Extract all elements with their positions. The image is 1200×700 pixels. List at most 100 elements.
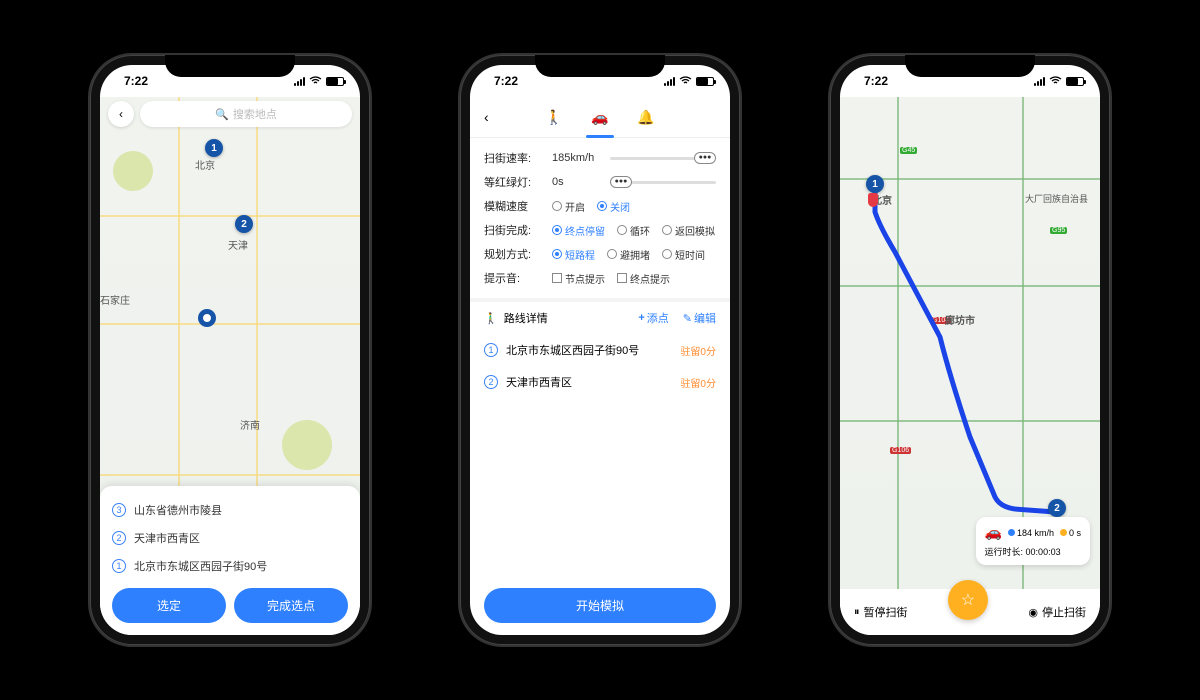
list-text: 天津市西青区 <box>134 530 200 546</box>
speed-chip: 184 km/h <box>1008 528 1054 538</box>
bell-mode-icon[interactable]: 🔔 <box>636 103 656 131</box>
route-num: 1 <box>484 343 498 357</box>
map-view[interactable]: ‹ 🔍 搜索地点 北京 天津 济南 石家庄 1 2 3 山东省德州市陵县 <box>100 97 360 635</box>
map-pin-marker[interactable] <box>198 309 216 327</box>
notch <box>905 55 1035 77</box>
light-slider[interactable]: ●●● <box>610 181 716 184</box>
plan-opt3[interactable]: 短时间 <box>662 247 705 262</box>
status-card: 🚗 184 km/h 0 s 运行时长: 00:00:03 <box>976 517 1090 565</box>
list-item[interactable]: 1 北京市东城区西园子街90号 <box>112 552 348 580</box>
status-right <box>294 76 344 86</box>
finish-label: 扫街完成: <box>484 222 544 238</box>
speed-value: 185km/h <box>552 152 602 164</box>
status-time: 7:22 <box>494 74 518 88</box>
city-label: 北京 <box>195 157 215 172</box>
signal-icon <box>664 77 675 86</box>
speed-label: 扫街速率: <box>484 150 544 166</box>
walk-mode-icon[interactable]: 🚶 <box>544 103 564 131</box>
city-label: 廊坊市 <box>945 312 975 327</box>
status-time: 7:22 <box>124 74 148 88</box>
back-button[interactable]: ‹ <box>484 109 489 125</box>
finish-opt3[interactable]: 返回模拟 <box>662 223 715 238</box>
route-icon: 🚶‍♂️ <box>484 312 498 325</box>
finish-opt2[interactable]: 循环 <box>617 223 650 238</box>
signal-icon <box>294 77 305 86</box>
stop-icon: ◉ <box>1028 606 1038 619</box>
screen-3: 7:22 G45 G95 G104 G106 北京 廊坊市 大厂回族自治县 1 <box>840 65 1100 635</box>
map-pin-1[interactable]: 1 <box>205 139 223 157</box>
stay-badge: 驻留0分 <box>680 343 716 358</box>
finish-row: 扫街完成: 终点停留 循环 返回模拟 <box>484 218 716 242</box>
list-item[interactable]: 2 天津市西青区 <box>112 524 348 552</box>
wifi-icon <box>1049 76 1062 86</box>
city-label: 天津 <box>228 237 248 252</box>
list-item[interactable]: 3 山东省德州市陵县 <box>112 496 348 524</box>
slider-thumb[interactable]: ●●● <box>694 152 716 164</box>
runtime-value: 00:00:03 <box>1026 547 1061 557</box>
plan-label: 规划方式: <box>484 246 544 262</box>
selection-card: 3 山东省德州市陵县 2 天津市西青区 1 北京市东城区西园子街90号 选定 完… <box>100 486 360 635</box>
status-right <box>1034 76 1084 86</box>
car-mode-icon[interactable]: 🚗 <box>590 103 610 131</box>
mode-header: ‹ 🚶 🚗 🔔 <box>470 97 730 138</box>
route-item[interactable]: 1 北京市东城区西园子街90号 驻留0分 <box>470 334 730 366</box>
back-button[interactable]: ‹ <box>108 101 134 127</box>
light-value: 0s <box>552 176 602 188</box>
screen-1: 7:22 ‹ 🔍 搜索地点 北京 天津 <box>100 65 360 635</box>
settings-panel: 扫街速率: 185km/h ●●● 等红绿灯: 0s ●●● 模糊速度 开启 关… <box>470 138 730 298</box>
notch <box>535 55 665 77</box>
notch <box>165 55 295 77</box>
route-item[interactable]: 2 天津市西青区 驻留0分 <box>470 366 730 398</box>
plan-opt1[interactable]: 短路程 <box>552 247 595 262</box>
blur-on-option[interactable]: 开启 <box>552 199 585 214</box>
map-pin-1[interactable]: 1 <box>866 175 884 193</box>
stop-chip: 0 s <box>1060 528 1081 538</box>
speed-slider[interactable]: ●●● <box>610 157 716 160</box>
route-actions: + 添点 ✎ 编辑 <box>638 310 716 326</box>
route-num: 2 <box>484 375 498 389</box>
map-pin-2[interactable]: 2 <box>1048 499 1066 517</box>
map-pin-2[interactable]: 2 <box>235 215 253 233</box>
wifi-icon <box>309 76 322 86</box>
plan-opt2[interactable]: 避拥堵 <box>607 247 650 262</box>
car-icon: 🚗 <box>985 524 1002 541</box>
runtime-label: 运行时长: <box>985 547 1024 557</box>
blur-label: 模糊速度 <box>484 198 544 214</box>
hint-opt2[interactable]: 终点提示 <box>617 271 670 286</box>
select-button[interactable]: 选定 <box>112 588 226 623</box>
stop-button[interactable]: ◉ 停止扫街 <box>1028 604 1086 620</box>
route-title: 路线详情 <box>504 310 548 326</box>
list-num: 3 <box>112 503 126 517</box>
phone-running-simulation: 7:22 G45 G95 G104 G106 北京 廊坊市 大厂回族自治县 1 <box>830 55 1110 645</box>
screen-2: 7:22 ‹ 🚶 🚗 🔔 扫街速率: 185km/h ●●● 等红绿灯: <box>470 65 730 635</box>
map-view[interactable]: G45 G95 G104 G106 北京 廊坊市 大厂回族自治县 1 2 🚗 1… <box>840 97 1100 635</box>
blur-off-option[interactable]: 关闭 <box>597 199 630 214</box>
done-button[interactable]: 完成选点 <box>234 588 348 623</box>
pause-icon: ⏸ <box>854 606 860 619</box>
list-num: 2 <box>112 531 126 545</box>
light-row: 等红绿灯: 0s ●●● <box>484 170 716 194</box>
status-time: 7:22 <box>864 74 888 88</box>
light-label: 等红绿灯: <box>484 174 544 190</box>
add-point-button[interactable]: + 添点 <box>638 310 668 326</box>
battery-icon <box>1066 77 1084 86</box>
car-marker-icon <box>868 193 878 207</box>
list-text: 山东省德州市陵县 <box>134 502 222 518</box>
battery-icon <box>326 77 344 86</box>
plan-row: 规划方式: 短路程 避拥堵 短时间 <box>484 242 716 266</box>
star-fab[interactable]: ☆ <box>948 580 988 620</box>
list-text: 北京市东城区西园子街90号 <box>134 558 267 574</box>
finish-opt1[interactable]: 终点停留 <box>552 223 605 238</box>
edit-button[interactable]: ✎ 编辑 <box>683 310 716 326</box>
hint-opt1[interactable]: 节点提示 <box>552 271 605 286</box>
city-label: 济南 <box>240 417 260 432</box>
phone-map-selection: 7:22 ‹ 🔍 搜索地点 北京 天津 <box>90 55 370 645</box>
slider-thumb[interactable]: ●●● <box>610 176 632 188</box>
blur-row: 模糊速度 开启 关闭 <box>484 194 716 218</box>
speed-row: 扫街速率: 185km/h ●●● <box>484 146 716 170</box>
search-input[interactable]: 🔍 搜索地点 <box>140 101 352 127</box>
start-simulation-button[interactable]: 开始模拟 <box>484 588 716 623</box>
status-right <box>664 76 714 86</box>
pause-button[interactable]: ⏸ 暂停扫街 <box>854 604 908 620</box>
signal-icon <box>1034 77 1045 86</box>
